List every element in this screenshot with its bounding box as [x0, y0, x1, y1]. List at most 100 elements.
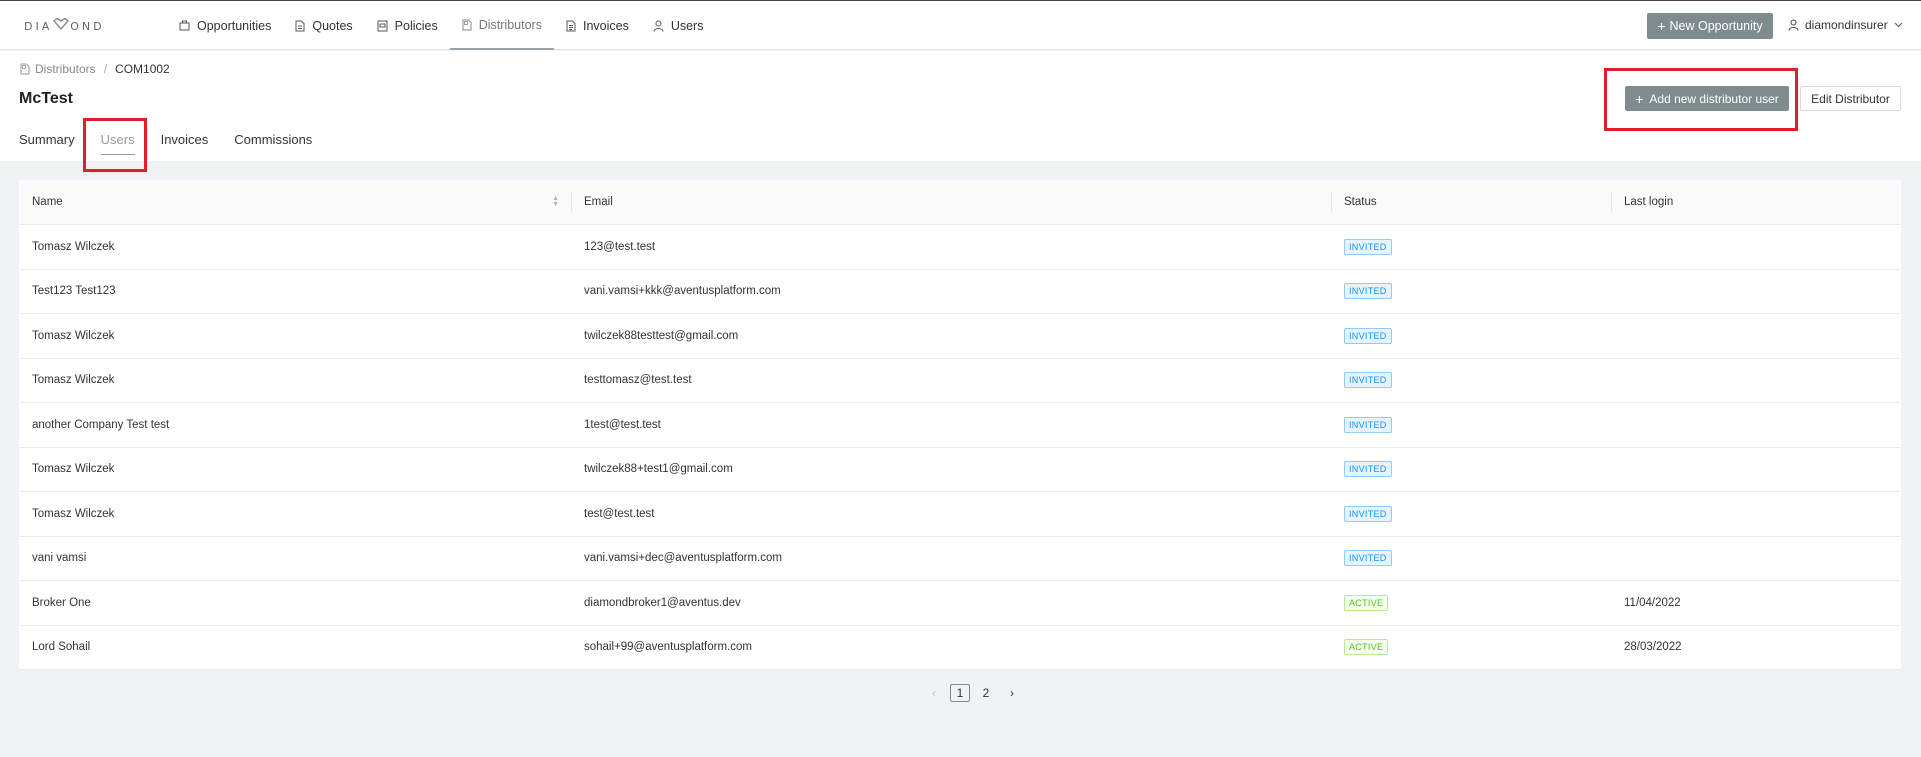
column-label: Status	[1344, 196, 1377, 208]
nav-label: Policies	[394, 18, 438, 33]
cell-email: vani.vamsi+kkk@aventusplatform.com	[584, 285, 781, 298]
document-icon	[295, 20, 305, 32]
breadcrumb-separator: /	[103, 62, 108, 76]
cell-status: INVITED	[1331, 283, 1611, 300]
nav-label: Distributors	[478, 17, 542, 32]
page-1-button[interactable]: 1	[950, 684, 970, 702]
cell-name: Tomasz Wilczek	[32, 463, 115, 476]
cell-name: Tomasz Wilczek	[32, 329, 115, 342]
column-header-status: Status	[1331, 180, 1611, 224]
add-distributor-user-button[interactable]: + Add new distributor user	[1625, 86, 1789, 111]
tab-commissions[interactable]: Commissions	[234, 126, 312, 158]
cell-status: INVITED	[1331, 461, 1611, 478]
invoice-icon	[566, 20, 576, 32]
table-row[interactable]: Tomasz Wilczek testtomasz@test.test INVITE…	[19, 359, 1901, 403]
cell-status: ACTIVE	[1331, 594, 1611, 611]
edit-distributor-button[interactable]: Edit Distributor	[1800, 86, 1901, 111]
cell-status: INVITED	[1331, 372, 1611, 389]
cell-status: ACTIVE	[1331, 639, 1611, 656]
cell-email: vani.vamsi+dec@aventusplatform.com	[584, 552, 782, 565]
nav-item-opportunities[interactable]: Opportunities	[167, 1, 283, 50]
user-menu[interactable]: diamondinsurer	[1788, 18, 1903, 32]
column-label: Name	[32, 196, 63, 208]
distributor-icon	[20, 63, 30, 75]
page-2-button[interactable]: 2	[976, 684, 996, 702]
column-header-name[interactable]: Name ▲ ▼	[19, 180, 571, 224]
cell-email: 1test@test.test	[584, 418, 661, 431]
nav-item-quotes[interactable]: Quotes	[283, 1, 364, 50]
table-row[interactable]: vani vamsi vani.vamsi+dec@aventusplatform…	[19, 537, 1901, 581]
breadcrumb-current: COM1002	[115, 62, 170, 76]
table-row[interactable]: Broker One diamondbroker1@aventus.dev ACTI…	[19, 581, 1901, 626]
breadcrumb: Distributors / COM1002	[20, 62, 170, 76]
policy-icon	[377, 20, 388, 32]
table-header: Name ▲ ▼ Email Status Last login	[19, 180, 1901, 225]
user-name: diamondinsurer	[1805, 18, 1888, 32]
cell-last-login: 28/03/2022	[1624, 641, 1682, 654]
chevron-down-icon	[1894, 20, 1903, 30]
nav-item-policies[interactable]: Policies	[365, 1, 450, 50]
top-navigation-bar: DIA OND Opportunities Quotes Policies Di…	[0, 0, 1921, 50]
user-icon	[1788, 19, 1799, 31]
nav-item-invoices[interactable]: Invoices	[554, 1, 641, 50]
new-opportunity-button[interactable]: + New Opportunity	[1647, 13, 1773, 39]
status-badge: INVITED	[1344, 550, 1392, 567]
cell-status: INVITED	[1331, 505, 1611, 522]
cell-name: Test123 Test123	[32, 285, 116, 298]
table-row[interactable]: Tomasz Wilczek twilczek88+test1@gmail.com…	[19, 448, 1901, 492]
cell-email: twilczek88testtest@gmail.com	[584, 329, 739, 342]
table-row[interactable]: Tomasz Wilczek 123@test.test INVITED	[19, 225, 1901, 270]
cell-name: Tomasz Wilczek	[32, 507, 115, 520]
cell-status: INVITED	[1331, 327, 1611, 344]
nav-item-distributors[interactable]: Distributors	[449, 1, 554, 50]
cell-email: test@test.test	[584, 507, 655, 520]
tab-summary[interactable]: Summary	[19, 126, 75, 158]
table-row[interactable]: Lord Sohail sohail+99@aventusplatform.com…	[19, 626, 1901, 670]
diamond-heart-icon	[53, 17, 70, 34]
status-badge: INVITED	[1344, 461, 1392, 478]
next-page-button[interactable]: ›	[1002, 684, 1022, 702]
column-label: Last login	[1624, 196, 1674, 208]
status-badge: ACTIVE	[1344, 639, 1389, 656]
cell-email: testtomasz@test.test	[584, 374, 692, 387]
status-badge: ACTIVE	[1344, 594, 1389, 611]
column-header-last-login: Last login	[1611, 180, 1901, 224]
logo-text-right: OND	[70, 19, 105, 33]
distributor-icon	[462, 19, 472, 31]
cell-email: diamondbroker1@aventus.dev	[584, 596, 741, 609]
status-badge: INVITED	[1344, 416, 1392, 433]
diamond-logo[interactable]: DIA OND	[24, 17, 105, 35]
table-row[interactable]: another Company Test test 1test@test.test…	[19, 403, 1901, 448]
cell-email: twilczek88+test1@gmail.com	[584, 463, 733, 476]
page-header: Distributors / COM1002 McTest Summary Us…	[0, 51, 1921, 161]
sort-icon[interactable]: ▲ ▼	[552, 195, 559, 208]
tab-users[interactable]: Users	[100, 126, 135, 158]
add-user-label: Add new distributor user	[1649, 91, 1779, 106]
table-row[interactable]: Test123 Test123 vani.vamsi+kkk@aventuspla…	[19, 270, 1901, 314]
status-badge: INVITED	[1344, 238, 1392, 255]
cell-name: another Company Test test	[32, 418, 170, 431]
table-body: Tomasz Wilczek 123@test.test INVITED Test12…	[19, 225, 1901, 670]
page-title: McTest	[19, 90, 73, 107]
plus-icon: +	[1635, 90, 1644, 107]
nav-label: Quotes	[312, 18, 353, 33]
table-row[interactable]: Tomasz Wilczek test@test.test INVITED	[19, 492, 1901, 537]
cell-status: INVITED	[1331, 550, 1611, 567]
previous-page-button[interactable]: ‹	[924, 684, 944, 702]
tab-invoices[interactable]: Invoices	[161, 126, 209, 158]
status-badge: INVITED	[1344, 372, 1392, 389]
breadcrumb-link-distributors[interactable]: Distributors	[35, 62, 96, 76]
cell-email: sohail+99@aventusplatform.com	[584, 641, 752, 654]
column-label: Email	[584, 196, 613, 208]
nav-label: Users	[670, 18, 704, 33]
nav-item-users[interactable]: Users	[641, 1, 716, 50]
cell-name: Tomasz Wilczek	[32, 240, 115, 253]
new-opportunity-label: New Opportunity	[1669, 19, 1763, 33]
users-table: Name ▲ ▼ Email Status Last login Tomasz W…	[19, 180, 1901, 670]
table-row[interactable]: Tomasz Wilczek twilczek88testtest@gmail.c…	[19, 314, 1901, 359]
status-badge: INVITED	[1344, 327, 1392, 344]
plus-icon: +	[1657, 18, 1666, 34]
briefcase-icon	[179, 20, 190, 31]
main-nav: Opportunities Quotes Policies Distributo…	[167, 1, 715, 50]
status-badge: INVITED	[1344, 505, 1392, 522]
